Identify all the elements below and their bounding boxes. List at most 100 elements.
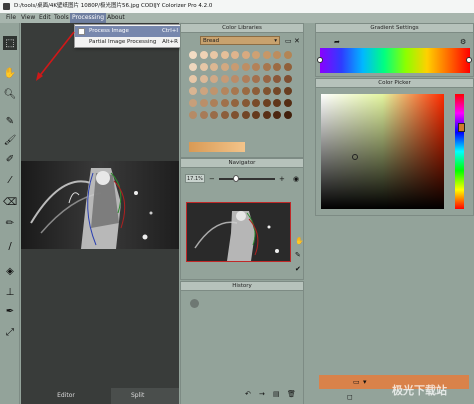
color-swatch[interactable] — [220, 51, 229, 59]
line-tool-icon[interactable]: ⁄ — [3, 173, 17, 187]
color-swatch[interactable] — [189, 51, 197, 59]
gradient-settings-icon[interactable]: ⚙ — [460, 38, 466, 46]
navigator-preview[interactable] — [186, 202, 291, 262]
eyedropper-tool-icon[interactable]: ⤢ — [3, 325, 17, 339]
zoom-tool-icon[interactable]: 🔍︎ — [3, 87, 17, 101]
color-swatch[interactable] — [241, 63, 250, 71]
hue-slider[interactable] — [455, 94, 464, 209]
color-swatch[interactable] — [199, 63, 208, 71]
color-swatch[interactable] — [241, 99, 250, 107]
color-swatch[interactable] — [199, 87, 208, 95]
color-field[interactable] — [321, 94, 444, 209]
forward-icon[interactable]: → — [259, 390, 265, 398]
stamp-tool-icon[interactable]: ⊥ — [3, 285, 17, 299]
color-swatch[interactable] — [283, 99, 292, 107]
gradient-bar[interactable] — [320, 48, 470, 73]
eye-icon[interactable]: ◉ — [293, 175, 299, 183]
brush-tool-icon[interactable]: 🖌︎ — [3, 133, 17, 147]
swatch-icon[interactable]: ◻ — [347, 393, 353, 401]
tab-split[interactable]: Split — [131, 388, 144, 404]
zoom-out-icon[interactable]: − — [209, 175, 215, 183]
marker-tool-icon[interactable]: ✏ — [3, 216, 17, 230]
color-swatch[interactable] — [262, 87, 271, 95]
color-swatch[interactable] — [210, 111, 218, 119]
color-swatch[interactable] — [231, 51, 239, 59]
color-swatch[interactable] — [252, 87, 260, 95]
color-swatch[interactable] — [273, 75, 281, 83]
fill-tool-icon[interactable]: ◈ — [3, 264, 17, 278]
color-swatch[interactable] — [273, 51, 281, 59]
color-swatch[interactable] — [231, 63, 239, 71]
color-swatch[interactable] — [210, 75, 218, 83]
color-swatch[interactable] — [273, 99, 281, 107]
menu-processing[interactable]: Processing — [70, 13, 107, 23]
color-swatch[interactable] — [189, 75, 197, 83]
hue-slider-handle[interactable] — [458, 123, 465, 132]
zoom-slider-handle[interactable] — [233, 175, 239, 182]
color-swatch[interactable] — [220, 87, 229, 95]
color-swatch[interactable] — [189, 87, 197, 95]
dotted-pen-tool-icon[interactable]: ✐ — [3, 152, 17, 166]
color-swatch[interactable] — [252, 51, 260, 59]
color-swatch[interactable] — [231, 111, 239, 119]
color-swatch[interactable] — [262, 51, 271, 59]
brush-settings-icon[interactable]: ✋ — [295, 237, 304, 245]
color-swatch[interactable] — [189, 99, 197, 107]
color-swatch[interactable] — [220, 75, 229, 83]
hand-tool-icon[interactable]: ✋ — [3, 66, 17, 80]
menu-about[interactable]: About — [105, 13, 127, 23]
color-swatch[interactable] — [252, 111, 260, 119]
color-swatch[interactable] — [252, 99, 260, 107]
color-swatch[interactable] — [262, 99, 271, 107]
color-swatch[interactable] — [262, 63, 271, 71]
check-icon[interactable]: ✔ — [295, 265, 301, 273]
color-swatch[interactable] — [283, 87, 292, 95]
color-swatch[interactable] — [210, 87, 218, 95]
color-swatch[interactable] — [231, 87, 239, 95]
zoom-select[interactable]: 17.1% — [185, 174, 205, 183]
delete-icon[interactable]: ✕ — [294, 37, 300, 45]
color-swatch[interactable] — [210, 63, 218, 71]
zoom-in-icon[interactable]: + — [279, 175, 285, 183]
eraser-tool-icon[interactable]: ⌫ — [3, 195, 17, 209]
color-swatch[interactable] — [199, 75, 208, 83]
save-history-icon[interactable]: ▤ — [273, 390, 280, 398]
select-tool-icon[interactable]: ⬚ — [3, 36, 17, 50]
color-swatch[interactable] — [231, 99, 239, 107]
brush2-tool-icon[interactable]: ✒ — [3, 304, 17, 318]
color-swatch[interactable] — [252, 75, 260, 83]
color-swatch[interactable] — [241, 51, 250, 59]
color-folder-icon[interactable]: ▭ — [353, 378, 360, 386]
color-swatch[interactable] — [262, 75, 271, 83]
color-swatch[interactable] — [283, 75, 292, 83]
menu-item-partial-processing[interactable]: Partial Image Processing Alt+R — [75, 37, 181, 48]
pencil-tool-icon[interactable]: / — [3, 239, 17, 253]
color-swatch[interactable] — [273, 63, 281, 71]
menu-item-process-image[interactable]: Process Image Ctrl+I — [75, 26, 181, 37]
gradient-stop-right[interactable] — [466, 57, 472, 63]
menu-view[interactable]: View — [19, 13, 37, 23]
color-swatch[interactable] — [210, 51, 218, 59]
color-swatch[interactable] — [241, 75, 250, 83]
menu-file[interactable]: File — [4, 13, 18, 23]
color-swatch[interactable] — [189, 63, 197, 71]
color-swatch[interactable] — [273, 87, 281, 95]
color-swatch[interactable] — [283, 111, 292, 119]
color-swatch[interactable] — [283, 63, 292, 71]
color-swatch[interactable] — [283, 51, 292, 59]
color-swatch[interactable] — [189, 111, 197, 119]
color-swatch[interactable] — [231, 75, 239, 83]
folder-icon[interactable]: ▭ — [285, 37, 292, 45]
selected-color-bar[interactable] — [189, 142, 245, 152]
color-swatch[interactable] — [241, 87, 250, 95]
color-swatch[interactable] — [252, 63, 260, 71]
color-swatch[interactable] — [199, 111, 208, 119]
color-swatch[interactable] — [220, 99, 229, 107]
history-item-icon[interactable] — [190, 299, 199, 308]
color-swatch[interactable] — [199, 99, 208, 107]
chevron-down-icon[interactable]: ▾ — [363, 378, 367, 386]
undo-icon[interactable]: ↶ — [245, 390, 251, 398]
color-swatch[interactable] — [210, 99, 218, 107]
color-field-cursor[interactable] — [352, 154, 358, 160]
menu-edit[interactable]: Edit — [37, 13, 53, 23]
